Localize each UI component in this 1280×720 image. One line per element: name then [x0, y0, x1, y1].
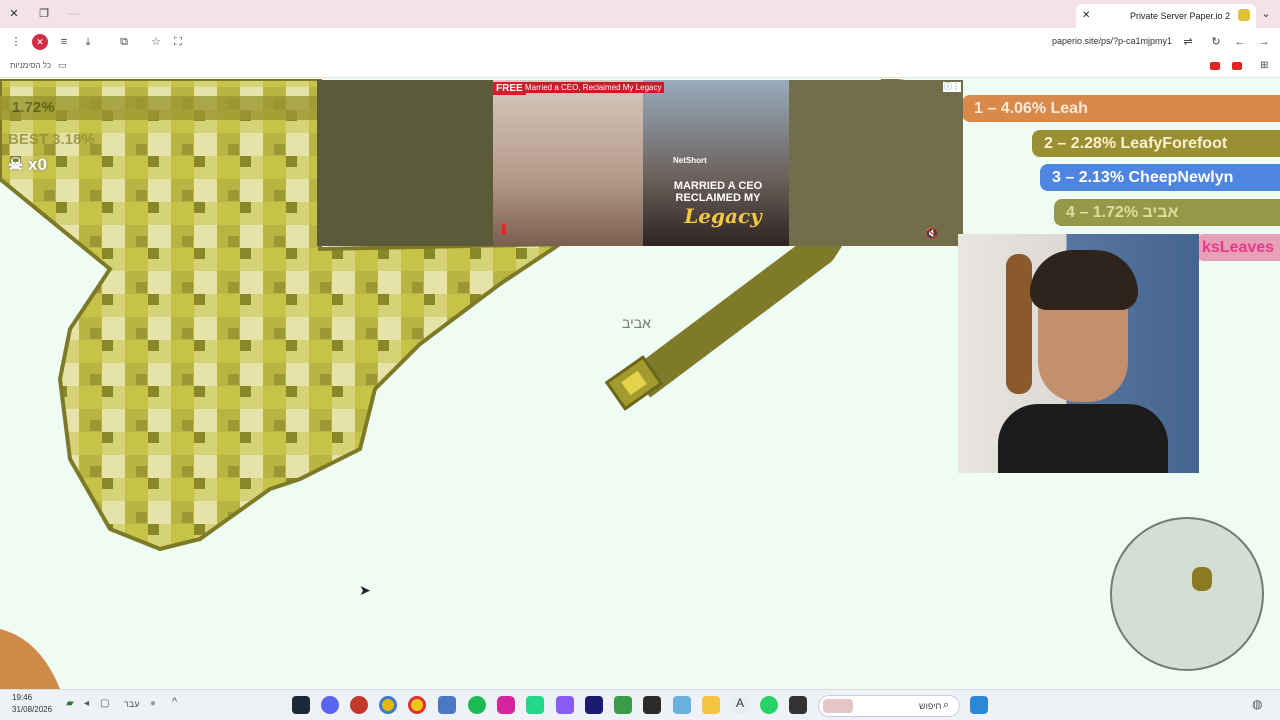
ad-brand: NetShort [673, 156, 707, 165]
tab-search-icon[interactable]: ⌄ [1258, 6, 1274, 22]
extensions-icon[interactable]: ⧉ [116, 34, 132, 50]
steam-icon[interactable] [292, 696, 310, 714]
bookmarks-bar: כל הסימניות ▭ ⊞ [0, 56, 1280, 78]
minimap [1110, 517, 1264, 671]
enemy-territory [0, 629, 60, 689]
mouse-cursor-icon: ➤ [359, 582, 371, 598]
menu-icon[interactable]: ⋮ [8, 34, 24, 50]
media-icon[interactable]: ≡ [56, 34, 72, 50]
kill-count: ☠ x0 [8, 155, 47, 175]
search-placeholder: חיפוש [919, 701, 942, 711]
tab-favicon-icon [1238, 9, 1250, 21]
app-icon-dark[interactable] [789, 696, 807, 714]
language-indicator[interactable]: עבר [124, 699, 139, 709]
discord-icon[interactable] [321, 696, 339, 714]
tab-close-icon[interactable]: ✕ [1082, 6, 1090, 26]
site-settings-icon[interactable]: ⇌ [1180, 34, 1196, 50]
whatsapp-icon[interactable] [760, 696, 778, 714]
ad-free-badge: FREE [493, 82, 526, 95]
taskbar: 19:46 31/08/2026 ▰ ◂ ▢ עבר ● ^ A חיפוש ⌕… [0, 689, 1280, 720]
tray-expand-icon[interactable]: ^ [172, 696, 177, 708]
player-name-label: אביב [622, 315, 651, 331]
minimize-window-icon[interactable]: — [66, 6, 82, 22]
webcam-hair [1030, 250, 1138, 310]
premiere-icon[interactable] [585, 696, 603, 714]
instagram-icon[interactable] [497, 696, 515, 714]
kill-count-value: x0 [27, 155, 47, 174]
best-score: BEST 3.18% [8, 131, 95, 148]
download-icon[interactable]: ⤓ [80, 34, 96, 50]
arrow-down-icon: ⬇ [497, 222, 511, 239]
youtube-icon-2[interactable] [1232, 62, 1242, 70]
copilot-icon[interactable] [556, 696, 574, 714]
font-app-icon[interactable]: A [731, 696, 749, 714]
chrome-icon-2[interactable] [408, 696, 426, 714]
browser-tab-strip: ✕ ❐ — + ✕ Private Server Paper.io 2 ⌄ [0, 0, 1280, 28]
webcam-guitar [1006, 254, 1032, 394]
search-highlight-image [823, 699, 853, 713]
ad-poster-title: MARRIED A CEO RECLAIMED MY [673, 180, 763, 204]
leaderboard-row: 3 – 2.13% CheepNewlyn [1040, 164, 1280, 191]
pycharm-icon[interactable] [526, 696, 544, 714]
bookmark-star-icon[interactable]: ☆ [148, 34, 164, 50]
clock-time[interactable]: 19:46 [12, 693, 32, 702]
restore-window-icon[interactable]: ❐ [36, 6, 52, 22]
close-window-icon[interactable]: ✕ [6, 6, 22, 22]
screenshot-icon[interactable]: ⛶ [170, 34, 186, 50]
mic-icon[interactable]: ● [150, 698, 156, 709]
ad-pixel-panel [317, 80, 493, 246]
youtube-icon[interactable] [1210, 62, 1220, 70]
file-explorer-icon[interactable] [702, 696, 720, 714]
back-icon[interactable]: ← [1232, 34, 1248, 50]
spotify-icon[interactable] [468, 696, 486, 714]
app-icon-green[interactable] [614, 696, 632, 714]
address-bar[interactable]: paperio.site/ps/?p-ca1mjpmy1 [1052, 36, 1172, 46]
ad-banner[interactable]: FREE Married a CEO, Reclaimed My Legacy … [317, 80, 963, 246]
folder-icon: ▭ [58, 60, 67, 70]
leaderboard-row: 1 – 4.06% Leah [962, 95, 1280, 122]
windows-start-icon[interactable] [970, 696, 988, 714]
search-icon: ⌕ [943, 699, 950, 711]
ad-headline: Married a CEO, Reclaimed My Legacy [523, 82, 664, 93]
skull-icon: ☠ [8, 155, 24, 174]
reload-icon[interactable]: ↻ [1208, 34, 1224, 50]
ad-poster-legacy: Legacy [684, 204, 762, 228]
profile-icon[interactable]: ✕ [32, 34, 48, 50]
terminal-icon[interactable] [643, 696, 661, 714]
taskbar-search[interactable]: חיפוש ⌕ [818, 695, 960, 717]
app-icon-red[interactable] [350, 696, 368, 714]
territory-percent: 1.72% [0, 96, 318, 120]
chrome-icon[interactable] [379, 696, 397, 714]
forward-icon[interactable]: → [1256, 34, 1272, 50]
all-bookmarks-link[interactable]: כל הסימניות [10, 61, 51, 70]
tab-active[interactable]: ✕ Private Server Paper.io 2 [1076, 4, 1256, 28]
clock-date[interactable]: 31/08/2026 [12, 705, 52, 714]
apps-grid-icon[interactable]: ⊞ [1260, 60, 1268, 71]
snipping-icon[interactable] [438, 696, 456, 714]
volume-icon[interactable]: ◂ [84, 698, 89, 709]
leaderboard-row: ksLeaves [1196, 234, 1280, 261]
webcam-shirt [998, 404, 1168, 473]
battery-icon[interactable]: ▰ [66, 698, 74, 709]
leaderboard-row: 2 – 2.28% LeafyForefoot [1032, 130, 1280, 157]
mute-icon[interactable]: 🔇 [925, 227, 939, 240]
minimap-player-marker [1192, 567, 1212, 591]
tab-title: Private Server Paper.io 2 [1129, 11, 1230, 21]
network-icon[interactable]: ▢ [100, 698, 109, 709]
ad-image-face [493, 80, 643, 246]
leaderboard-row: 4 – 1.72% אביב [1054, 199, 1280, 226]
ad-info-close-icon[interactable]: ⓘ⋮ [943, 82, 961, 92]
copilot-tray-icon[interactable]: ◍ [1252, 697, 1262, 711]
browser-toolbar: ⋮ ✕ ≡ ⤓ ⧉ ☆ ⛶ paperio.site/ps/?p-ca1mjpm… [0, 28, 1280, 56]
app-icon-blue[interactable] [673, 696, 691, 714]
webcam-overlay [958, 234, 1199, 473]
